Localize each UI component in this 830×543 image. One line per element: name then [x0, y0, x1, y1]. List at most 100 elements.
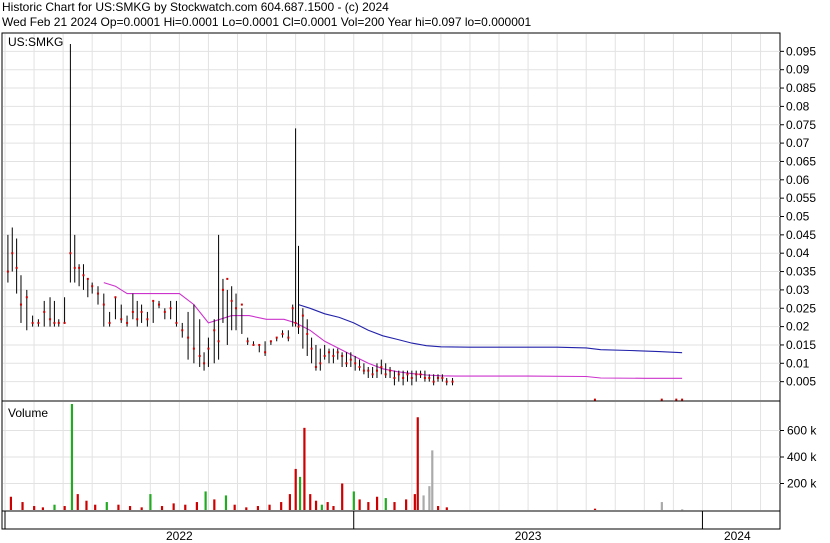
- price-close-point: [108, 321, 111, 324]
- price-close-point: [389, 369, 392, 372]
- volume-tick-label: 400 k: [787, 450, 817, 464]
- price-close-point: [660, 398, 663, 401]
- volume-bar: [204, 491, 207, 510]
- price-close-point: [15, 266, 18, 269]
- price-close-point: [436, 376, 439, 379]
- price-tick-label: 0.005: [786, 375, 816, 389]
- volume-bar: [367, 502, 370, 510]
- volume-bar: [416, 417, 419, 510]
- volume-bar: [63, 506, 66, 510]
- price-close-point: [25, 296, 28, 299]
- price-panel-title: US:SMKG: [8, 35, 63, 49]
- price-tick-label: 0.095: [786, 44, 816, 58]
- stock-chart: 0.005 0.01 0.015 0.02 0.025 0.03 0.035 0.04 0.04…: [1, 32, 817, 543]
- price-close-point: [102, 303, 105, 306]
- volume-bar: [298, 476, 302, 510]
- price-close-point: [367, 369, 370, 372]
- year-label: 2024: [724, 529, 751, 543]
- volume-bar: [431, 450, 434, 510]
- price-close-point: [57, 321, 60, 324]
- price-close-point: [31, 321, 34, 324]
- price-close-point: [221, 288, 224, 291]
- price-close-point: [78, 266, 81, 269]
- volume-bar: [245, 507, 248, 510]
- price-tick-label: 0.04: [786, 246, 810, 260]
- price-close-point: [63, 321, 66, 324]
- volume-bar: [320, 504, 323, 510]
- volume-bar: [445, 507, 448, 510]
- price-tick-label: 0.08: [786, 99, 810, 113]
- volume-bar: [105, 502, 108, 510]
- volume-bar: [33, 506, 36, 510]
- price-close-point: [371, 373, 374, 376]
- price-close-point: [328, 351, 331, 354]
- price-tick-label: 0.055: [786, 191, 816, 205]
- price-close-point: [297, 325, 300, 328]
- price-close-point: [131, 310, 134, 313]
- price-tick-label: 0.05: [786, 210, 810, 224]
- price-close-point: [269, 340, 272, 343]
- volume-bar: [140, 507, 143, 510]
- price-close-point: [423, 376, 426, 379]
- price-tick-label: 0.065: [786, 154, 816, 168]
- volume-bar: [660, 502, 663, 510]
- price-close-point: [345, 362, 348, 365]
- price-close-point: [384, 373, 387, 376]
- price-tick-label: 0.07: [786, 136, 810, 150]
- price-close-point: [235, 307, 238, 310]
- volume-panel-title: Volume: [8, 406, 48, 420]
- price-close-point: [187, 336, 190, 339]
- price-tick-label: 0.03: [786, 283, 810, 297]
- volume-bar: [332, 506, 335, 510]
- price-close-point: [146, 318, 149, 321]
- volume-panel: [1, 400, 781, 512]
- price-close-point: [397, 373, 400, 376]
- volume-bar: [352, 491, 355, 510]
- volume-bar: [309, 494, 312, 510]
- price-close-point: [49, 318, 52, 321]
- price-tick-label: 0.09: [786, 63, 810, 77]
- price-close-point: [375, 369, 378, 372]
- price-close-point: [358, 365, 361, 368]
- price-close-point: [230, 299, 233, 302]
- year-label: 2023: [515, 529, 542, 543]
- price-close-point: [314, 365, 317, 368]
- price-close-point: [226, 277, 229, 280]
- volume-bar: [375, 496, 379, 510]
- volume-bar: [53, 504, 56, 510]
- volume-bar: [422, 495, 425, 510]
- volume-bar: [70, 404, 74, 510]
- volume-bar: [85, 500, 88, 510]
- price-close-point: [252, 343, 255, 346]
- chart-page: Historic Chart for US:SMKG by Stockwatch…: [0, 0, 830, 543]
- price-close-point: [281, 332, 284, 335]
- price-close-point: [163, 310, 166, 313]
- price-close-point: [198, 354, 201, 357]
- price-close-point: [441, 376, 444, 379]
- price-close-point: [341, 354, 344, 357]
- price-close-point: [169, 307, 172, 310]
- price-close-point: [181, 329, 184, 332]
- price-tick-label: 0.06: [786, 173, 810, 187]
- price-close-point: [264, 351, 267, 354]
- price-close-point: [380, 365, 383, 368]
- price-close-point: [213, 329, 216, 332]
- price-close-point: [432, 380, 435, 383]
- price-tick-label: 0.02: [786, 320, 810, 334]
- time-axis-panel: [1, 510, 781, 530]
- price-close-point: [362, 369, 365, 372]
- price-close-point: [287, 336, 290, 339]
- volume-bar: [256, 506, 260, 510]
- price-close-point: [6, 270, 9, 273]
- price-close-point: [291, 307, 294, 310]
- price-close-point: [207, 347, 210, 350]
- price-close-point: [301, 314, 304, 317]
- volume-bar: [303, 427, 306, 510]
- price-close-point: [203, 362, 206, 365]
- year-label: 2022: [166, 529, 193, 543]
- volume-tick-label: 600 k: [787, 424, 817, 438]
- price-close-point: [217, 340, 220, 343]
- volume-bar: [288, 494, 291, 510]
- volume-bar: [213, 499, 216, 510]
- price-close-point: [246, 340, 249, 343]
